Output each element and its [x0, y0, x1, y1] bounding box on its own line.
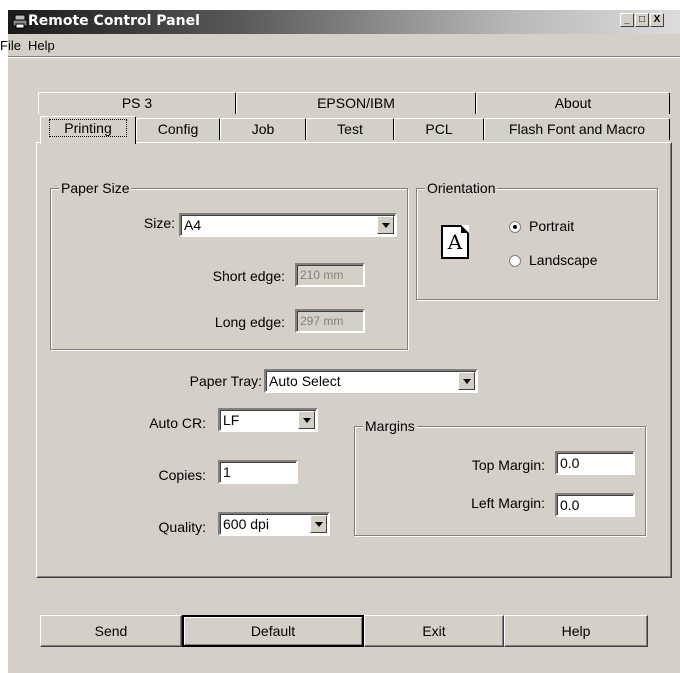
tab-epson-ibm[interactable]: EPSON/IBM [236, 92, 476, 114]
size-select[interactable]: A4 [179, 213, 397, 237]
default-button[interactable]: Default [182, 615, 364, 647]
menu-bar: File Help [0, 34, 680, 56]
help-button[interactable]: Help [504, 615, 648, 647]
paper-tray-label: Paper Tray: [189, 373, 262, 389]
orientation-group: Orientation A Portrait Landscape [416, 180, 658, 300]
quality-select[interactable]: 600 dpi [218, 512, 330, 536]
title-bar[interactable]: Remote Control Panel _ □ X [8, 10, 680, 34]
orientation-group-label: Orientation [425, 180, 498, 196]
chevron-down-icon[interactable] [458, 372, 475, 390]
tab-job[interactable]: Job [220, 118, 306, 140]
tab-pcl[interactable]: PCL [394, 118, 484, 140]
chevron-down-icon[interactable] [310, 515, 327, 533]
auto-cr-select[interactable]: LF [218, 408, 318, 432]
window-title: Remote Control Panel [28, 13, 200, 29]
left-margin-label: Left Margin: [471, 495, 545, 511]
paper-size-group: Paper Size Size: A4 Short edge: 210 mm L… [50, 180, 408, 350]
quality-label: Quality: [158, 519, 206, 535]
size-label: Size: [143, 215, 175, 231]
paper-tray-value: Auto Select [269, 373, 341, 389]
send-button[interactable]: Send [40, 615, 182, 647]
copies-input[interactable]: 1 [218, 460, 298, 484]
auto-cr-label: Auto CR: [149, 415, 206, 431]
landscape-label[interactable]: Landscape [529, 252, 598, 268]
short-edge-field: 210 mm [295, 263, 365, 287]
maximize-button[interactable]: □ [635, 13, 649, 27]
portrait-radio[interactable] [509, 221, 521, 233]
size-select-value: A4 [184, 217, 202, 233]
tab-about[interactable]: About [476, 92, 670, 114]
top-margin-label: Top Margin: [471, 457, 545, 473]
margins-group-label: Margins [363, 418, 417, 434]
chevron-down-icon[interactable] [377, 216, 394, 234]
remote-control-panel-window: Remote Control Panel _ □ X File Help PS … [0, 10, 680, 673]
close-button[interactable]: X [650, 13, 664, 27]
left-margin-input[interactable]: 0.0 [555, 493, 635, 517]
tab-ps3[interactable]: PS 3 [38, 92, 236, 114]
chevron-down-icon[interactable] [298, 411, 315, 429]
printer-icon [12, 14, 28, 29]
short-edge-label: Short edge: [212, 268, 285, 284]
menu-help[interactable]: Help [28, 38, 55, 53]
paper-size-group-label: Paper Size [59, 180, 132, 196]
paper-tray-select[interactable]: Auto Select [264, 369, 478, 393]
tab-config[interactable]: Config [136, 118, 220, 140]
menu-file[interactable]: File [0, 38, 21, 53]
landscape-radio[interactable] [509, 255, 521, 267]
long-edge-label: Long edge: [214, 314, 285, 330]
quality-value: 600 dpi [223, 516, 269, 532]
menu-divider [8, 56, 680, 58]
top-margin-input[interactable]: 0.0 [555, 451, 635, 475]
auto-cr-value: LF [223, 412, 240, 428]
margins-group: Margins Top Margin: 0.0 Left Margin: 0.0 [354, 418, 646, 536]
tab-test[interactable]: Test [306, 118, 394, 140]
tab-flash-font-macro[interactable]: Flash Font and Macro [484, 118, 670, 140]
long-edge-field: 297 mm [295, 309, 365, 333]
copies-label: Copies: [158, 467, 206, 483]
tab-printing[interactable]: Printing [40, 116, 136, 144]
minimize-button[interactable]: _ [620, 13, 634, 27]
portrait-page-icon: A [441, 225, 469, 259]
tab-printing-label: Printing [49, 119, 127, 137]
portrait-label[interactable]: Portrait [529, 218, 574, 234]
exit-button[interactable]: Exit [364, 615, 504, 647]
